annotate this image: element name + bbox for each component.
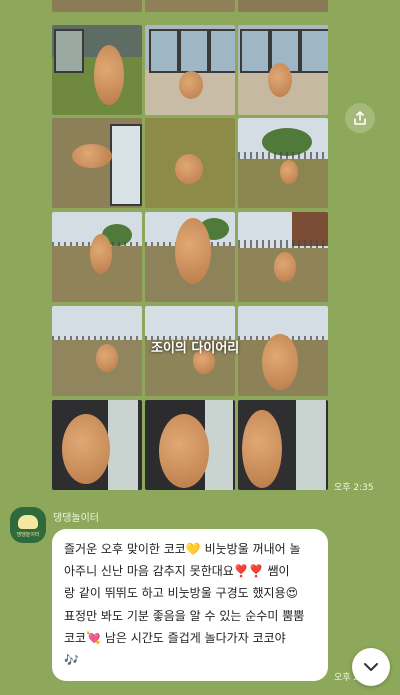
photo-caption: 조이의 다이어리 — [151, 341, 240, 356]
photo-thumbnail[interactable] — [145, 25, 235, 115]
share-icon — [354, 111, 366, 125]
dog-logo-icon — [18, 515, 38, 529]
photo-thumbnail[interactable] — [238, 400, 328, 490]
photo-thumbnail[interactable] — [238, 25, 328, 115]
share-button[interactable] — [345, 103, 375, 133]
photo-thumbnail[interactable] — [145, 212, 235, 302]
message-bubble[interactable]: 즐거운 오후 맞이한 코코💛 비눗방울 꺼내어 놀 아주니 신난 마음 감추지 … — [52, 529, 328, 681]
photo-thumbnail[interactable] — [238, 0, 328, 12]
photo-grid — [52, 0, 330, 492]
photo-thumbnail[interactable] — [52, 306, 142, 396]
message-line: 아주니 신난 마음 감추지 못한대요❣️❣️ 쌤이 — [64, 564, 290, 579]
message-line: 즐거운 오후 맞이한 코코💛 비눗방울 꺼내어 놀 — [64, 542, 301, 556]
sender-name: 댕댕놀이터 — [53, 513, 99, 524]
photo-thumbnail[interactable] — [145, 400, 235, 490]
photo-thumbnail[interactable] — [52, 400, 142, 490]
message-line: 표정만 봐도 기분 좋음을 알 수 있는 순수미 뿜뿜 — [64, 608, 305, 623]
message-line: 랑 같이 뛰뛰도 하고 비눗방울 구경도 했지용😍 — [64, 586, 299, 601]
message-line: 코코💘 남은 시간도 즐겁게 놀다가자 코코야 — [64, 630, 286, 645]
photo-thumbnail[interactable] — [145, 0, 235, 12]
message-line: 🎶 — [64, 653, 79, 668]
avatar-label: 댕댕놀이터 — [16, 532, 40, 538]
photo-thumbnail[interactable] — [145, 118, 235, 208]
photo-thumbnail[interactable] — [52, 118, 142, 208]
photo-timestamp: 오후 2:35 — [334, 483, 374, 493]
photo-thumbnail[interactable] — [238, 212, 328, 302]
photo-thumbnail[interactable] — [52, 0, 142, 12]
avatar[interactable]: 댕댕놀이터 — [10, 507, 46, 543]
photo-thumbnail[interactable] — [238, 118, 328, 208]
photo-thumbnail[interactable] — [52, 25, 142, 115]
photo-thumbnail[interactable] — [52, 212, 142, 302]
scroll-to-bottom-button[interactable] — [352, 648, 390, 686]
photo-thumbnail[interactable] — [238, 306, 328, 396]
chevron-down-icon — [364, 663, 378, 671]
